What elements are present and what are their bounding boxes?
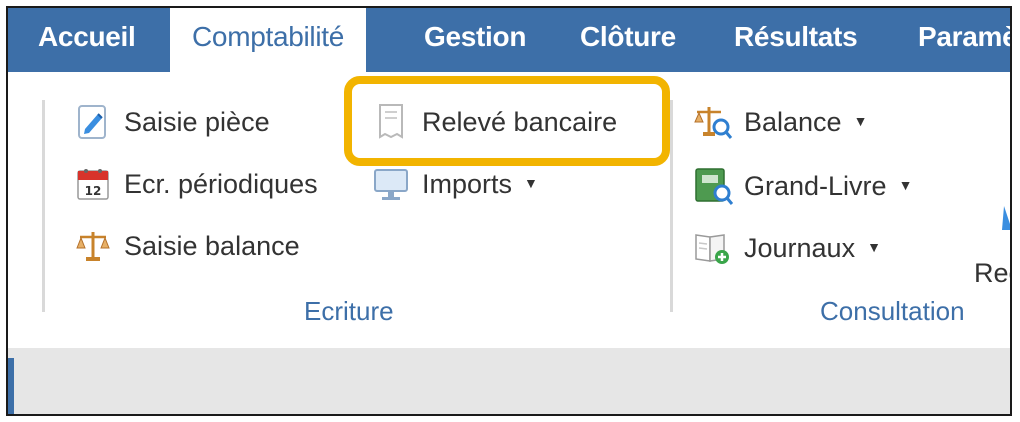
tab-cloture[interactable]: Clôture [580, 8, 676, 72]
group-separator [42, 100, 45, 312]
tab-resultats[interactable]: Résultats [734, 8, 858, 72]
left-edge-accent [8, 358, 14, 414]
chevron-down-icon: ▼ [524, 175, 538, 191]
svg-text:12: 12 [85, 184, 102, 198]
monitor-import-icon [370, 163, 412, 205]
saisie-balance-label: Saisie balance [124, 230, 300, 261]
cut-off-icon [1002, 206, 1010, 230]
grand-livre-label: Grand-Livre [744, 170, 887, 201]
calendar-icon: 12 [72, 163, 114, 205]
saisie-piece-button[interactable]: Saisie pièce [72, 98, 270, 146]
saisie-balance-button[interactable]: Saisie balance [72, 222, 300, 270]
app-window: Accueil Comptabilité Gestion Clôture Rés… [6, 6, 1012, 416]
imports-label: Imports [422, 168, 513, 199]
scale-search-icon [692, 101, 734, 143]
balance-button[interactable]: Balance ▼ [692, 98, 867, 146]
highlight-box [344, 76, 670, 166]
ledger-search-icon [692, 165, 734, 207]
workspace-area [8, 348, 1010, 414]
group-separator [670, 100, 673, 312]
pencil-document-icon [72, 101, 114, 143]
grand-livre-button[interactable]: Grand-Livre ▼ [692, 162, 912, 210]
group-label-consultation: Consultation [820, 296, 965, 326]
ecr-periodiques-button[interactable]: 12 Ecr. périodiques [72, 160, 318, 208]
ecr-periodiques-label: Ecr. périodiques [124, 168, 318, 199]
imports-button[interactable]: Imports ▼ [370, 160, 538, 208]
chevron-down-icon: ▼ [867, 239, 881, 255]
journaux-label: Journaux [744, 232, 856, 263]
tab-gestion[interactable]: Gestion [424, 8, 526, 72]
balance-label: Balance [744, 106, 842, 137]
tab-comptabilite[interactable]: Comptabilité [170, 8, 367, 72]
group-label-ecriture: Ecriture [304, 296, 394, 326]
cut-off-button-label[interactable]: Rec [974, 258, 1010, 289]
tab-parametres[interactable]: Paramè [918, 8, 1010, 72]
chevron-down-icon: ▼ [898, 177, 913, 193]
scale-icon [72, 225, 114, 267]
tab-accueil[interactable]: Accueil [38, 8, 136, 72]
journaux-button[interactable]: Journaux ▼ [692, 224, 881, 272]
ribbon-tab-bar: Accueil Comptabilité Gestion Clôture Rés… [8, 8, 1010, 72]
journal-add-icon [692, 227, 734, 269]
saisie-piece-label: Saisie pièce [124, 106, 270, 137]
chevron-down-icon: ▼ [853, 113, 868, 129]
